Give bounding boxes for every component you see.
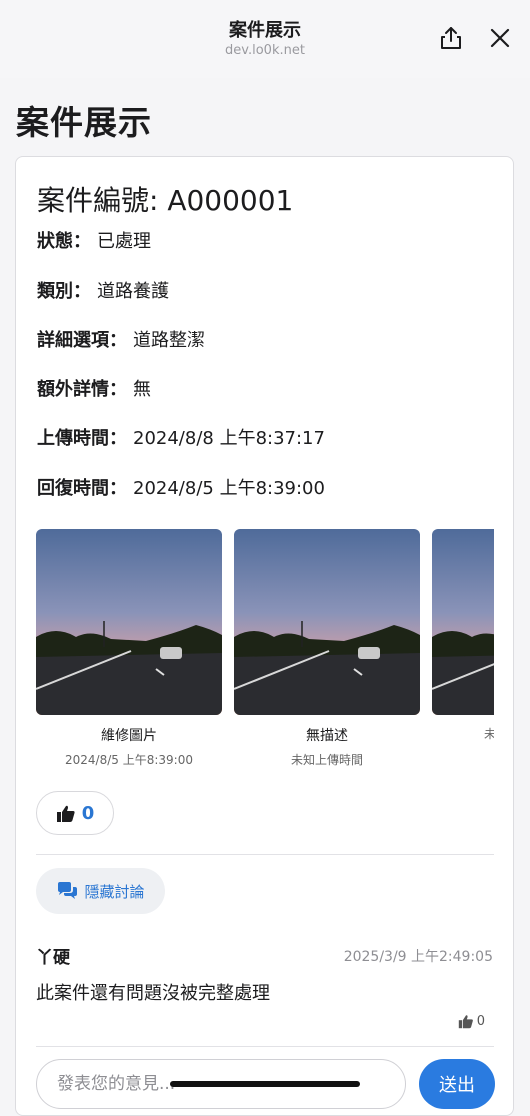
- road-photo[interactable]: [432, 529, 494, 715]
- gallery-item[interactable]: 未: [432, 529, 494, 742]
- photo-time: 未知上傳時間: [290, 753, 363, 767]
- case-number: 案件編號: A000001: [37, 184, 294, 217]
- like-count: 0: [81, 802, 95, 824]
- field-upload-time: 上傳時間： 2024/8/8 上午8:37:17: [37, 424, 325, 450]
- photo-caption: 維修圖片: [101, 728, 157, 744]
- browser-bar: 案件展示 dev.lo0k.net: [0, 0, 530, 78]
- field-reply-time: 回復時間： 2024/8/5 上午8:39:00: [37, 474, 325, 500]
- field-value: 2024/8/8 上午8:37:17: [133, 428, 325, 449]
- page-title: 案件展示: [16, 103, 152, 142]
- home-indicator: [170, 1081, 360, 1087]
- thumbs-up-icon: [458, 1015, 473, 1029]
- photo-gallery[interactable]: 維修圖片 2024/8/5 上午8:39:00 無描述 未知上傳時間: [36, 529, 494, 769]
- photo-caption: 無描述: [306, 728, 348, 744]
- field-category: 類別： 道路養護: [37, 277, 169, 303]
- case-card: 案件編號: A000001 狀態： 已處理 類別： 道路養護 詳細選項： 道路整潔 額…: [15, 156, 514, 1116]
- thumbs-up-icon: [56, 805, 75, 822]
- comment-like-count: 0: [476, 1013, 485, 1029]
- field-value: 2024/8/5 上午8:39:00: [133, 478, 325, 499]
- share-icon[interactable]: [437, 24, 465, 52]
- divider: [36, 854, 494, 855]
- close-icon[interactable]: [486, 24, 514, 52]
- hide-discussion-label: 隱藏討論: [84, 882, 145, 901]
- field-value: 無: [133, 379, 151, 400]
- comment-time: 2025/3/9 上午2:49:05: [343, 949, 493, 965]
- photo-time: 未: [432, 725, 494, 742]
- road-photo[interactable]: [234, 529, 420, 715]
- send-button[interactable]: 送出: [419, 1059, 495, 1109]
- field-label: 上傳時間：: [37, 428, 127, 449]
- comment-like-button[interactable]: 0: [458, 1013, 485, 1029]
- field-value: 道路養護: [97, 281, 169, 302]
- comment-author: 丫硬: [36, 948, 70, 968]
- field-extra-detail: 額外詳情： 無: [37, 375, 151, 401]
- field-label: 詳細選項：: [37, 330, 127, 351]
- road-photo[interactable]: [36, 529, 222, 715]
- gallery-item[interactable]: 維修圖片 2024/8/5 上午8:39:00: [36, 529, 222, 768]
- hide-discussion-button[interactable]: 隱藏討論: [36, 868, 165, 914]
- comment-text: 此案件還有問題沒被完整處理: [36, 983, 270, 1004]
- field-status: 狀態： 已處理: [37, 227, 151, 253]
- like-button[interactable]: 0: [36, 791, 114, 835]
- field-label: 額外詳情：: [37, 379, 127, 400]
- divider: [36, 1046, 494, 1047]
- comments-icon: [58, 882, 78, 899]
- photo-time: 2024/8/5 上午8:39:00: [65, 753, 193, 767]
- gallery-item[interactable]: 無描述 未知上傳時間: [234, 529, 420, 768]
- field-value: 道路整潔: [133, 330, 205, 351]
- field-detail-option: 詳細選項： 道路整潔: [37, 326, 205, 352]
- field-label: 狀態：: [37, 231, 91, 252]
- field-label: 類別：: [37, 281, 91, 302]
- field-label: 回復時間：: [37, 478, 127, 499]
- field-value: 已處理: [97, 231, 151, 252]
